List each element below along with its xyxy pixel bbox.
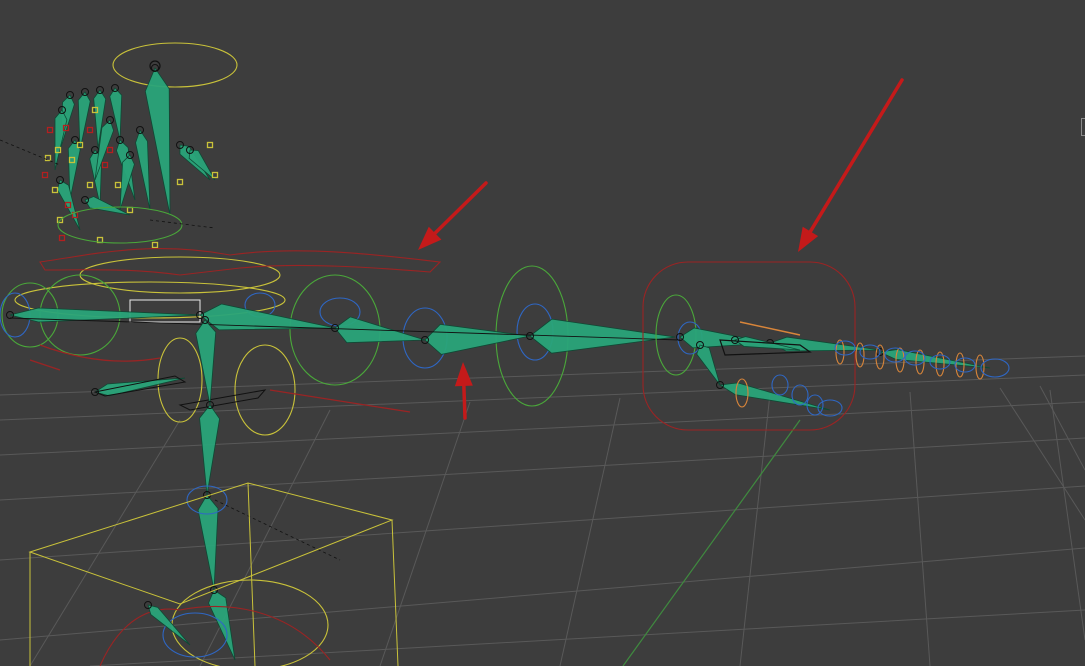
face-rig[interactable] [0,84,219,249]
head-circle-control[interactable] [112,42,238,88]
3d-viewport[interactable] [0,0,1085,666]
face-control-point[interactable] [44,154,52,162]
bone[interactable] [94,377,186,397]
face-control-point[interactable] [206,141,214,149]
grid-line [1049,389,1085,641]
finger-spread-line[interactable] [739,321,801,336]
viewport-canvas[interactable] [0,0,1085,666]
finger-tip-ring[interactable] [980,358,1010,378]
grid-line [89,609,1085,666]
face-control-point[interactable] [41,171,49,179]
face-control-point[interactable] [86,181,94,189]
relationship-line [0,139,61,166]
grid-line [379,401,471,666]
bone[interactable] [197,494,219,591]
bone[interactable] [424,323,531,355]
face-control-point[interactable] [126,206,134,214]
face-control-point[interactable] [58,234,66,242]
grid-line [999,387,1085,521]
pelvis-twist-ring[interactable] [162,612,228,658]
bone[interactable] [77,91,91,151]
face-control-point[interactable] [46,126,54,134]
left-arm-ik-control[interactable] [29,344,161,371]
arrow-pointing-arm-chain-head [454,362,473,387]
face-control-point[interactable] [114,181,122,189]
bone[interactable] [199,404,220,496]
root-box-edge[interactable] [391,519,399,666]
fk-ik-switch-control[interactable] [39,248,442,276]
axis-y-line [622,419,801,666]
arrow-pointing-hand-control-box-head [798,226,819,252]
world-axis [622,419,801,666]
arrow-pointing-arm-chain-shaft [462,384,467,420]
bone[interactable] [147,604,191,646]
grid-line [739,393,771,666]
bone[interactable] [208,589,236,661]
face-control-point[interactable] [51,186,59,194]
bone[interactable] [54,109,68,171]
face-control-point[interactable] [106,146,114,154]
grid-line [1039,385,1085,471]
hand-rig[interactable] [642,261,1010,431]
shoulder-box-control[interactable] [129,299,201,323]
armature-rig[interactable] [0,42,1010,666]
spine-ik-line[interactable] [269,389,411,413]
relationship-line [149,219,216,229]
grid-line [909,391,931,666]
bone[interactable] [195,319,217,406]
grid-line [29,419,181,666]
annotation-arrows [418,78,904,420]
arrow-pointing-forearm-control-shaft [433,181,488,235]
arrow-pointing-hand-control-box-shaft [808,78,904,234]
face-control-point[interactable] [101,161,109,169]
face-control-point[interactable] [86,126,94,134]
face-control-point[interactable] [151,241,159,249]
grid-line [559,397,621,666]
chest-bone-outline[interactable] [178,389,267,411]
viewport-edge-tick [1081,118,1085,136]
face-control-point[interactable] [176,178,184,186]
bone[interactable] [9,307,201,323]
relationship-line [214,499,341,561]
bone[interactable] [696,344,721,386]
thumb-control-ring[interactable] [771,374,789,396]
grid-line [0,485,1085,561]
spine-bone-chain[interactable] [91,316,411,661]
bone[interactable] [135,129,151,211]
